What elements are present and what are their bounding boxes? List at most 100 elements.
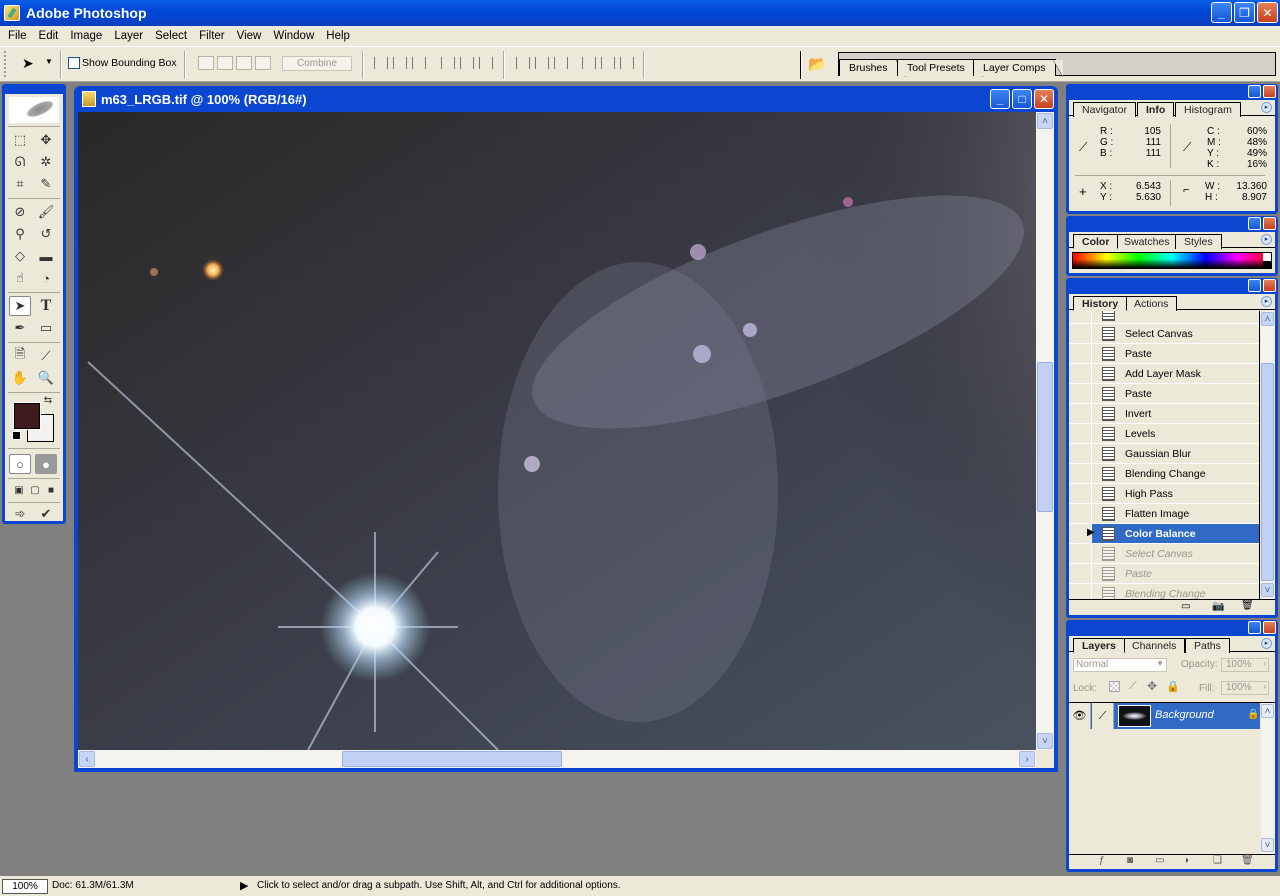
history-item[interactable]: Flatten Image: [1069, 504, 1259, 524]
foreground-color-swatch[interactable]: [13, 402, 41, 430]
color-panel-close-button[interactable]: [1263, 217, 1276, 230]
type-tool-icon[interactable]: T: [35, 296, 57, 316]
distribute-right-edges-icon[interactable]: [620, 57, 634, 69]
magic-wand-tool-icon[interactable]: ✲: [35, 152, 57, 172]
opacity-slider-arrow-icon[interactable]: ›: [1263, 659, 1266, 668]
jump-to-imageready-icon[interactable]: ➾: [9, 504, 31, 524]
lasso-tool-icon[interactable]: ᘏ: [9, 152, 31, 172]
document-size[interactable]: Doc: 61.3M/61.3M: [52, 880, 134, 891]
add-layer-mask-icon[interactable]: ◙: [1127, 855, 1133, 866]
scroll-left-arrow-icon[interactable]: ‹: [79, 751, 95, 767]
tab-color[interactable]: Color: [1073, 234, 1119, 249]
scroll-right-arrow-icon[interactable]: ›: [1019, 751, 1035, 767]
swap-colors-icon[interactable]: ⇆: [41, 394, 55, 406]
marquee-tool-icon[interactable]: ⬚: [9, 130, 31, 150]
hand-tool-icon[interactable]: ✋: [9, 368, 31, 388]
menu-select[interactable]: Select: [149, 30, 193, 42]
image-canvas[interactable]: [78, 112, 1036, 750]
eraser-tool-icon[interactable]: ◇: [9, 246, 31, 266]
new-group-icon[interactable]: ▭: [1155, 855, 1164, 866]
distribute-horizontal-centers-icon[interactable]: [601, 57, 615, 69]
tab-navigator[interactable]: Navigator: [1073, 102, 1136, 117]
tab-histogram[interactable]: Histogram: [1175, 102, 1241, 117]
well-tab-brushes[interactable]: Brushes: [839, 59, 906, 77]
history-item-undone[interactable]: Blending Change: [1069, 584, 1259, 599]
layer-row[interactable]: 👁 ⟋ Background 🔒: [1069, 703, 1260, 729]
history-item-undone[interactable]: Select Canvas: [1069, 544, 1259, 564]
commit-icon[interactable]: ✔: [35, 504, 57, 524]
zoom-tool-icon[interactable]: 🔍: [35, 368, 57, 388]
menu-window[interactable]: Window: [267, 30, 320, 42]
status-menu-arrow-icon[interactable]: ▶: [240, 879, 248, 892]
notes-tool-icon[interactable]: 🗎: [9, 346, 31, 366]
intersect-shape-areas-icon[interactable]: [236, 56, 252, 70]
restore-button[interactable]: ❐: [1234, 2, 1255, 23]
document-close-button[interactable]: ✕: [1034, 89, 1054, 109]
document-minimize-button[interactable]: _: [990, 89, 1010, 109]
distribute-vertical-centers-icon[interactable]: [535, 57, 549, 69]
blur-tool-icon[interactable]: ☝: [9, 268, 31, 288]
options-bar-grip[interactable]: [4, 51, 7, 77]
menu-filter[interactable]: Filter: [193, 30, 231, 42]
dodge-tool-icon[interactable]: ◔: [35, 268, 57, 288]
scroll-up-arrow-icon[interactable]: ˄: [1037, 113, 1053, 129]
scroll-down-arrow-icon[interactable]: ˅: [1261, 838, 1274, 852]
color-ramp[interactable]: [1072, 252, 1272, 269]
scroll-up-arrow-icon[interactable]: ˄: [1261, 704, 1274, 718]
zoom-level-field[interactable]: 100%: [2, 879, 48, 894]
standard-mode-icon[interactable]: ○: [9, 454, 31, 474]
minimize-button[interactable]: _: [1211, 2, 1232, 23]
close-button[interactable]: ✕: [1257, 2, 1278, 23]
history-panel-close-button[interactable]: [1263, 279, 1276, 292]
document-title-bar[interactable]: m63_LRGB.tif @ 100% (RGB/16#) _ □ ✕: [74, 86, 1058, 112]
white-swatch[interactable]: [1263, 253, 1271, 261]
color-panel-maximize-button[interactable]: [1248, 217, 1261, 230]
add-to-shape-area-icon[interactable]: [198, 56, 214, 70]
lock-all-icon[interactable]: 🔒: [1166, 680, 1180, 693]
panel-menu-icon[interactable]: ▸: [1261, 296, 1272, 307]
history-scroll-thumb[interactable]: [1261, 363, 1274, 581]
clone-stamp-tool-icon[interactable]: ⚲: [9, 224, 31, 244]
panel-menu-icon[interactable]: ▸: [1261, 638, 1272, 649]
align-vertical-centers-icon[interactable]: [393, 57, 407, 69]
full-screen-mode-icon[interactable]: ■: [40, 480, 62, 500]
history-panel-minimize-button[interactable]: [1248, 279, 1261, 292]
document-maximize-button[interactable]: □: [1012, 89, 1032, 109]
info-panel-close-button[interactable]: [1263, 85, 1276, 98]
add-layer-style-icon[interactable]: ƒ: [1099, 855, 1105, 866]
path-selection-tool-icon[interactable]: ➤: [9, 296, 31, 316]
tab-layers[interactable]: Layers: [1073, 638, 1125, 653]
opacity-field[interactable]: 100% ›: [1221, 658, 1269, 672]
well-tab-layer-comps[interactable]: Layer Comps: [973, 59, 1064, 77]
history-item[interactable]: Add Layer Mask: [1069, 364, 1259, 384]
resize-grip[interactable]: [1036, 750, 1054, 768]
history-item[interactable]: Blending Change: [1069, 464, 1259, 484]
path-selection-tool-preset-icon[interactable]: ➤: [22, 55, 34, 72]
layers-panel-close-button[interactable]: [1263, 621, 1276, 634]
history-brush-tool-icon[interactable]: ↺: [35, 224, 57, 244]
black-swatch[interactable]: [1263, 261, 1271, 268]
distribute-bottom-edges-icon[interactable]: [554, 57, 568, 69]
distribute-left-edges-icon[interactable]: [582, 57, 596, 69]
vertical-scroll-thumb[interactable]: [1037, 362, 1053, 512]
exclude-overlapping-shape-areas-icon[interactable]: [255, 56, 271, 70]
menu-edit[interactable]: Edit: [33, 30, 65, 42]
history-item[interactable]: Gaussian Blur: [1069, 444, 1259, 464]
eyedropper-cmyk-icon[interactable]: ⟋: [1183, 140, 1191, 155]
show-bounding-box-checkbox[interactable]: [68, 57, 80, 69]
file-browser-icon[interactable]: 📂: [808, 55, 828, 73]
rectangle-tool-icon[interactable]: ▭: [35, 318, 57, 338]
horizontal-scrollbar[interactable]: ‹ ›: [78, 750, 1036, 768]
new-layer-icon[interactable]: ❏: [1213, 855, 1222, 866]
tab-paths[interactable]: Paths: [1185, 638, 1230, 653]
eyedropper-rgb-icon[interactable]: ⟋: [1079, 140, 1087, 155]
slice-tool-icon[interactable]: ✎: [35, 174, 57, 194]
align-left-edges-icon[interactable]: [441, 57, 455, 69]
history-item[interactable]: Paste: [1069, 344, 1259, 364]
well-tab-tool-presets[interactable]: Tool Presets: [897, 59, 983, 77]
blend-mode-select[interactable]: Normal ▼: [1073, 658, 1167, 672]
new-snapshot-icon[interactable]: 📷: [1212, 601, 1224, 612]
lock-image-pixels-icon[interactable]: ⟋: [1129, 680, 1137, 693]
history-item-partial[interactable]: [1069, 311, 1259, 324]
align-horizontal-centers-icon[interactable]: [460, 57, 474, 69]
